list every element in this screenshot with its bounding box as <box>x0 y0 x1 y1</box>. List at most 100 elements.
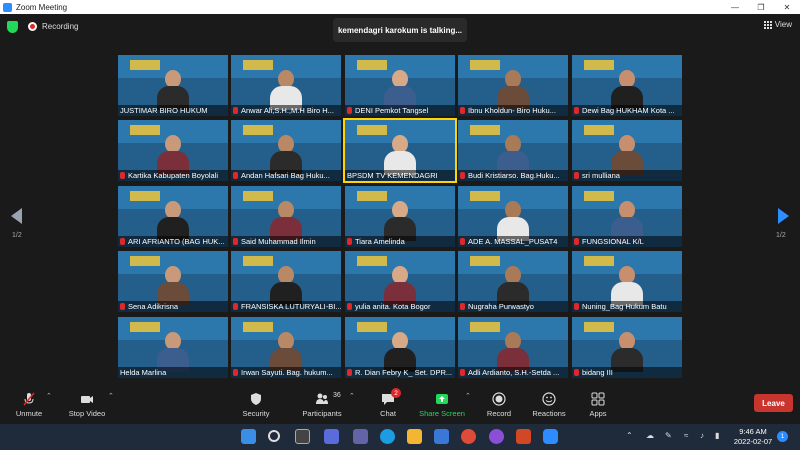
participant-video <box>497 135 529 175</box>
participant-tile[interactable]: Budi Kristiarso. Bag.Huku... <box>458 120 568 181</box>
participant-name-bar: Budi Kristiarso. Bag.Huku... <box>458 170 568 181</box>
participant-tile[interactable]: yulia anita. Kota Bogor <box>345 251 455 312</box>
participant-tile[interactable]: bidang III <box>572 317 682 378</box>
participant-tile[interactable]: DENI Pemkot Tangsel <box>345 55 455 116</box>
mail-icon[interactable] <box>434 429 449 444</box>
participant-tile[interactable]: Nuning_Bag Hukum Batu <box>572 251 682 312</box>
participant-tile[interactable]: Irwan Sayuti. Bag. hukum... <box>231 317 341 378</box>
event-banner <box>243 256 273 266</box>
security-button[interactable]: Security <box>240 382 272 424</box>
participant-video <box>270 266 302 306</box>
participant-tile[interactable]: FUNGSIONAL K/L <box>572 186 682 247</box>
participant-tile[interactable]: Said Muhammad Ilmin <box>231 186 341 247</box>
start-menu-icon[interactable] <box>241 429 256 444</box>
participant-name: Kartika Kabupaten Boyolali <box>128 171 219 180</box>
participant-tile[interactable]: FRANSISKA LUTURYALI-BI... <box>231 251 341 312</box>
event-banner <box>584 322 614 332</box>
participant-tile[interactable]: ARI AFRIANTO (BAG HUK... <box>118 186 228 247</box>
participant-video <box>497 266 529 306</box>
record-button[interactable]: Record <box>484 382 514 424</box>
muted-mic-icon <box>233 172 238 179</box>
participant-tile[interactable]: Kartika Kabupaten Boyolali <box>118 120 228 181</box>
leave-button[interactable]: Leave <box>754 394 793 412</box>
shield-icon <box>251 393 261 405</box>
participants-caret-icon[interactable]: ⌃ <box>349 392 355 400</box>
notification-badge[interactable]: 1 <box>777 431 788 442</box>
pen-icon[interactable]: ✎ <box>665 431 672 440</box>
participant-tile[interactable]: Sena Adikrisna <box>118 251 228 312</box>
stop-video-button[interactable]: Stop Video <box>66 382 108 424</box>
participant-tile[interactable]: Adli Ardianto, S.H.-Setda ... <box>458 317 568 378</box>
participant-tile[interactable]: Tiara Amelinda <box>345 186 455 247</box>
powerpoint-icon[interactable] <box>516 429 531 444</box>
minimize-button[interactable]: — <box>722 0 748 14</box>
video-options-caret-icon[interactable]: ⌃ <box>108 392 114 400</box>
participant-name-bar: FUNGSIONAL K/L <box>572 236 682 247</box>
view-button[interactable]: View <box>763 20 792 29</box>
audio-options-caret-icon[interactable]: ⌃ <box>46 392 52 400</box>
maximize-button[interactable]: ❐ <box>748 0 774 14</box>
participant-name: Irwan Sayuti. Bag. hukum... <box>241 368 333 377</box>
zoom-taskbar-icon[interactable] <box>543 429 558 444</box>
page-indicator-left: 1/2 <box>12 232 22 239</box>
participant-tile[interactable]: R. Dian Febry K_ Set. DPR... <box>345 317 455 378</box>
participant-tile[interactable]: Andan Hafsari Bag Huku... <box>231 120 341 181</box>
security-shield-icon[interactable] <box>7 21 18 33</box>
participant-name-bar: Tiara Amelinda <box>345 236 455 247</box>
chrome-icon[interactable] <box>461 429 476 444</box>
participant-video <box>384 70 416 110</box>
participant-name-bar: Anwar Ali,S.H.,M.H Biro H... <box>231 105 341 116</box>
apps-button[interactable]: Apps <box>586 382 610 424</box>
wifi-icon[interactable]: ≈ <box>684 431 688 440</box>
reactions-button[interactable]: Reactions <box>530 382 568 424</box>
task-view-icon[interactable] <box>295 429 310 444</box>
volume-icon[interactable]: ♪ <box>700 431 704 440</box>
tray-overflow-chevron-icon[interactable]: ⌃ <box>626 431 633 440</box>
participant-tile[interactable]: ADE A. MASSAL_PUSAT4 <box>458 186 568 247</box>
participant-tile[interactable]: JUSTIMAR BIRO HUKUM <box>118 55 228 116</box>
battery-icon[interactable]: ▮ <box>715 431 719 440</box>
onedrive-cloud-icon[interactable]: ☁ <box>646 431 654 440</box>
participant-tile[interactable]: Nugraha Purwastyo <box>458 251 568 312</box>
app-icon[interactable] <box>489 429 504 444</box>
system-clock[interactable]: 9:46 AM 2022-02-07 <box>733 427 773 447</box>
participants-button[interactable]: Participants <box>299 382 345 424</box>
participant-video <box>611 201 643 241</box>
participant-tile[interactable]: Dewi Bag HUKHAM Kota ... <box>572 55 682 116</box>
event-banner <box>130 60 160 70</box>
muted-mic-icon <box>120 303 125 310</box>
next-page-icon[interactable] <box>778 208 789 224</box>
participant-name-bar: ARI AFRIANTO (BAG HUK... <box>118 236 228 247</box>
participant-name: Nuning_Bag Hukum Batu <box>582 302 667 311</box>
previous-page-icon[interactable] <box>11 208 22 224</box>
participant-tile[interactable]: Ibnu Kholdun- Biro Huku... <box>458 55 568 116</box>
file-explorer-icon[interactable] <box>407 429 422 444</box>
event-banner <box>470 125 500 135</box>
participant-video <box>157 201 189 241</box>
participant-tile[interactable]: sri mulliana <box>572 120 682 181</box>
participant-tile[interactable]: Helda Marlina <box>118 317 228 378</box>
share-options-caret-icon[interactable]: ⌃ <box>465 392 471 400</box>
window-title: Zoom Meeting <box>16 2 68 12</box>
share-screen-button[interactable]: Share Screen <box>419 382 465 424</box>
unmute-button[interactable]: Unmute <box>12 382 46 424</box>
event-banner <box>584 60 614 70</box>
window-controls: — ❐ ✕ <box>722 0 800 14</box>
widgets-icon[interactable] <box>324 429 339 444</box>
muted-mic-icon <box>574 238 579 245</box>
muted-mic-icon <box>574 107 579 114</box>
view-label: View <box>774 20 792 29</box>
search-icon[interactable] <box>268 430 280 442</box>
participant-tile[interactable]: Anwar Ali,S.H.,M.H Biro H... <box>231 55 341 116</box>
close-button[interactable]: ✕ <box>774 0 800 14</box>
muted-mic-icon <box>460 172 465 179</box>
event-banner <box>357 60 387 70</box>
participant-name-bar: FRANSISKA LUTURYALI-BI... <box>231 301 341 312</box>
event-banner <box>243 191 273 201</box>
muted-mic-icon <box>460 369 465 376</box>
edge-browser-icon[interactable] <box>380 429 395 444</box>
teams-chat-icon[interactable] <box>353 429 368 444</box>
participant-name: Dewi Bag HUKHAM Kota ... <box>582 106 675 115</box>
participant-tile[interactable]: BPSDM TV KEMENDAGRI <box>343 118 457 183</box>
apps-icon <box>591 392 605 406</box>
